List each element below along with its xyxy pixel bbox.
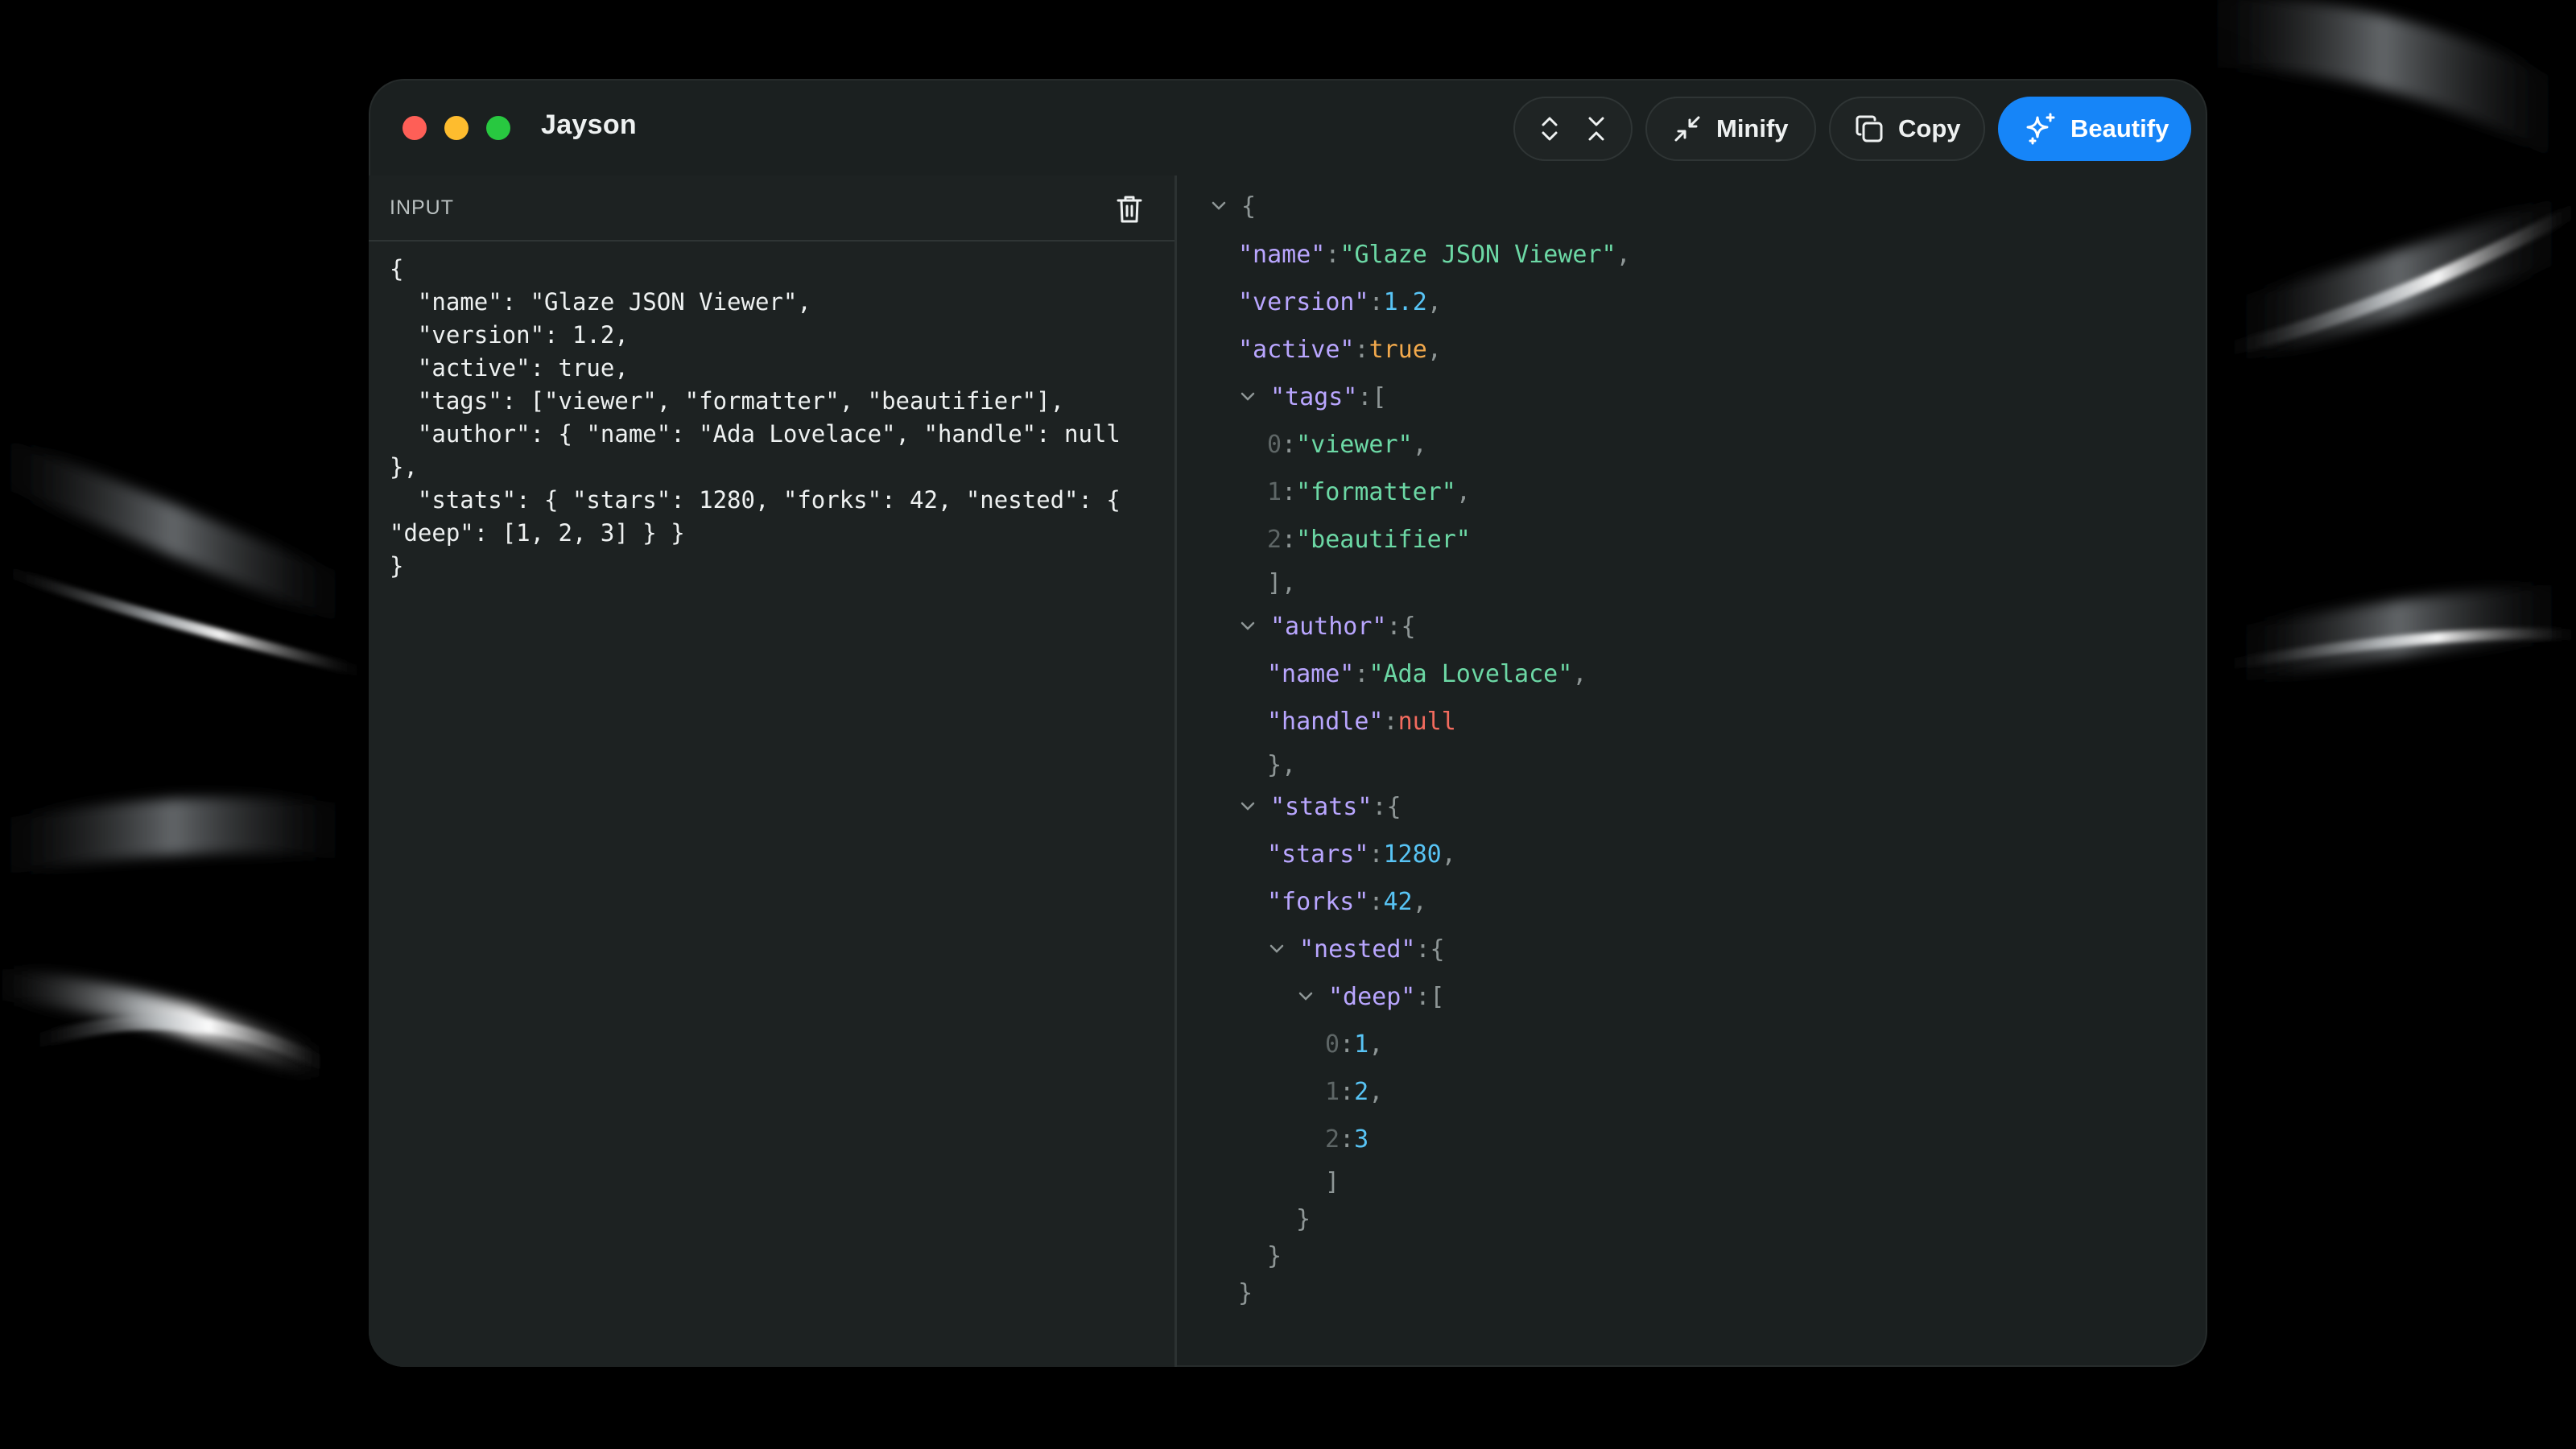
copy-label: Copy	[1898, 114, 1961, 142]
tree-row-stats-close: }	[1267, 1241, 1282, 1270]
minify-button[interactable]: Minify	[1645, 97, 1816, 161]
clear-input-button[interactable]	[1115, 193, 1144, 229]
key: "name"	[1238, 240, 1326, 269]
array-index: 1	[1325, 1077, 1340, 1106]
null-value: null	[1397, 707, 1456, 736]
number-value: 1.2	[1383, 287, 1427, 316]
minify-label: Minify	[1716, 114, 1789, 142]
key: "author"	[1270, 612, 1387, 641]
sparkles-icon	[2026, 113, 2055, 145]
key: "tags"	[1270, 382, 1358, 411]
chevron-down-icon[interactable]	[1238, 617, 1257, 636]
tree-row-version: "version":1.2,	[1238, 287, 1442, 316]
app-window: Jayson Minify Copy Beautify INPUT {"nam…	[369, 79, 2207, 1367]
window-controls	[402, 116, 510, 140]
array-index: 0	[1267, 430, 1282, 459]
copy-button[interactable]: Copy	[1829, 97, 1985, 161]
number-value: 2	[1354, 1077, 1369, 1106]
root-brace: {	[1241, 192, 1257, 221]
string-value: "viewer"	[1296, 430, 1413, 459]
key: "forks"	[1267, 887, 1369, 916]
tree-root-close: }	[1238, 1277, 1253, 1309]
string-value: "formatter"	[1296, 477, 1456, 506]
tree-row-deep: "deep":[	[1298, 980, 1445, 1013]
beautify-label: Beautify	[2070, 114, 2169, 142]
tree-row-tag-1: 1: "formatter",	[1267, 477, 1471, 506]
tree-row-deep-2: 2:3	[1325, 1125, 1369, 1154]
tree-root-open: {	[1212, 190, 1257, 222]
collapse-all-button[interactable]	[1583, 113, 1610, 145]
chevrons-expand-icon	[1542, 117, 1558, 141]
tree-row-tag-0: 0: "viewer",	[1267, 430, 1427, 459]
tree-row-tags-close: ],	[1267, 568, 1297, 597]
json-tree-view: { "name": "Glaze JSON Viewer", "version":…	[1177, 175, 2207, 1367]
close-window-button[interactable]	[402, 116, 427, 140]
chevron-down-icon[interactable]	[1296, 987, 1315, 1006]
number-value: 42	[1383, 887, 1413, 916]
key: "deep"	[1328, 982, 1416, 1011]
boolean-value: true	[1368, 335, 1427, 364]
tree-row-nested: "nested":{	[1269, 933, 1445, 965]
minimize-arrows-icon	[1674, 116, 1700, 142]
tree-row-deep-0: 0:1,	[1325, 1030, 1384, 1059]
key: "handle"	[1267, 707, 1384, 736]
array-index: 0	[1325, 1030, 1340, 1059]
key: "active"	[1238, 335, 1355, 364]
tree-row-author: "author":{	[1241, 610, 1416, 642]
input-label: INPUT	[390, 196, 454, 219]
chevron-down-icon[interactable]	[1267, 939, 1286, 959]
tree-row-name: "name": "Glaze JSON Viewer",	[1238, 240, 1631, 269]
array-index: 1	[1267, 477, 1282, 506]
tree-row-nested-close: }	[1296, 1204, 1311, 1233]
title-bar: Jayson Minify Copy Beautify	[369, 79, 2207, 175]
array-index: 2	[1267, 525, 1282, 554]
tree-row-stars: "stars":1280,	[1267, 840, 1456, 869]
input-pane: INPUT { "name": "Glaze JSON Viewer", "ve…	[369, 175, 1177, 1367]
chevrons-collapse-icon	[1588, 117, 1604, 141]
json-input-editor[interactable]: { "name": "Glaze JSON Viewer", "version"…	[390, 253, 1154, 583]
key: "stats"	[1270, 792, 1373, 821]
tree-row-tags: "tags":[	[1241, 381, 1387, 413]
app-title: Jayson	[541, 109, 637, 140]
tree-row-stats: "stats":{	[1241, 791, 1402, 823]
tree-row-author-handle: "handle": null	[1267, 707, 1456, 736]
key: "name"	[1267, 659, 1355, 688]
expand-collapse-group	[1513, 97, 1633, 161]
key: "nested"	[1299, 935, 1416, 964]
number-value: 3	[1354, 1125, 1369, 1154]
number-value: 1280	[1383, 840, 1442, 869]
string-value: "beautifier"	[1296, 525, 1471, 554]
minimize-window-button[interactable]	[444, 116, 469, 140]
string-value: "Ada Lovelace"	[1368, 659, 1573, 688]
trash-icon	[1117, 196, 1142, 223]
chevron-down-icon[interactable]	[1238, 797, 1257, 816]
tree-row-author-name: "name": "Ada Lovelace",	[1267, 659, 1587, 688]
tree-row-active: "active": true,	[1238, 335, 1442, 364]
string-value: "Glaze JSON Viewer"	[1340, 240, 1616, 269]
number-value: 1	[1354, 1030, 1369, 1059]
tree-row-tag-2: 2: "beautifier"	[1267, 525, 1471, 554]
array-index: 2	[1325, 1125, 1340, 1154]
beautify-button[interactable]: Beautify	[1998, 97, 2191, 161]
copy-icon	[1856, 115, 1883, 142]
tree-row-deep-close: ]	[1325, 1167, 1340, 1196]
chevron-down-icon[interactable]	[1238, 387, 1257, 407]
expand-all-button[interactable]	[1536, 113, 1563, 145]
tree-row-deep-1: 1:2,	[1325, 1077, 1384, 1106]
tree-row-author-close: },	[1267, 750, 1297, 779]
tree-row-forks: "forks":42,	[1267, 887, 1427, 916]
root-brace: }	[1238, 1278, 1253, 1307]
key: "stars"	[1267, 840, 1369, 869]
chevron-down-icon[interactable]	[1209, 196, 1228, 216]
input-header: INPUT	[369, 175, 1174, 242]
maximize-window-button[interactable]	[486, 116, 510, 140]
key: "version"	[1238, 287, 1369, 316]
